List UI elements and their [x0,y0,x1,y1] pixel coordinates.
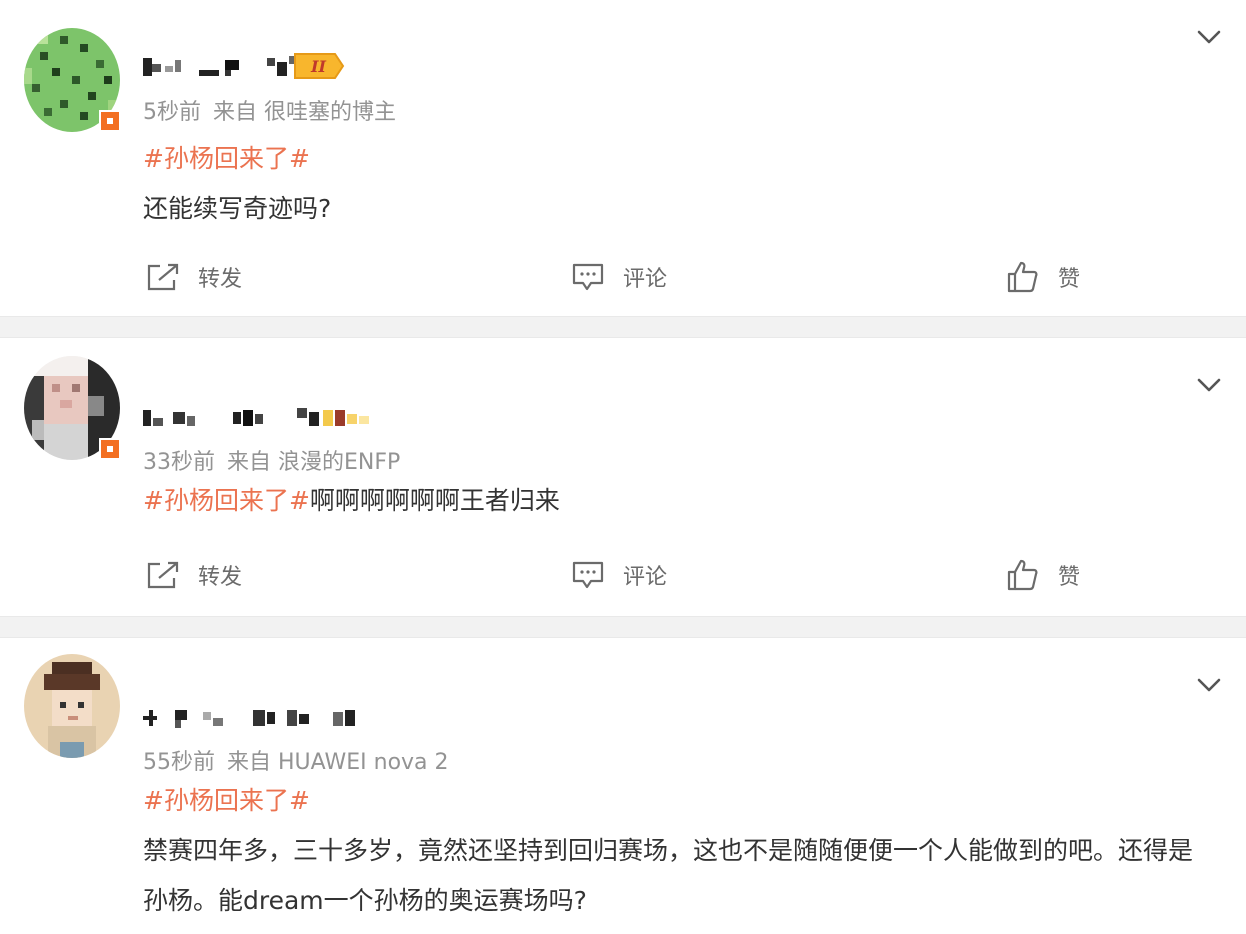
post-body: 还能续写奇迹吗? [143,194,332,223]
topic-link[interactable]: #孙杨回来了# [143,786,310,815]
post-source: 来自 浪漫的ENFP [227,450,401,475]
repost-label: 转发 [198,267,243,292]
comment-icon [572,561,604,589]
feed-divider [0,316,1246,338]
chevron-down-icon[interactable] [1194,22,1224,52]
action-bar: 转发 评论 赞 [0,254,1246,300]
share-icon [147,561,179,589]
chevron-down-icon[interactable] [1194,370,1224,400]
repost-button[interactable]: 转发 [146,254,242,300]
post-body: 禁赛四年多，三十多岁，竟然还坚持到回归赛场，这也不是随随便便一个人能做到的吧。还… [143,836,1194,915]
username-masked[interactable] [143,698,383,734]
comment-label: 评论 [623,565,668,590]
username-masked[interactable]: II [143,48,345,84]
avatar[interactable] [24,356,121,460]
post-content: #孙杨回来了# 还能续写奇迹吗? [143,134,1203,234]
post-card: 55秒前 来自 HUAWEI nova 2 #孙杨回来了# 禁赛四年多，三十多岁，… [0,638,1246,934]
comment-label: 评论 [623,267,668,292]
post-source: 来自 很哇塞的博主 [213,100,396,125]
post-body: 啊啊啊啊啊啊王者归来 [309,486,560,515]
avatar[interactable] [24,654,120,758]
post-card: 33秒前 来自 浪漫的ENFP #孙杨回来了#啊啊啊啊啊啊王者归来 转发 评论 … [0,338,1246,616]
like-label: 赞 [1058,267,1081,292]
thumbs-up-icon [1007,261,1038,293]
post-content: #孙杨回来了#啊啊啊啊啊啊王者归来 [143,476,1203,526]
post-content: #孙杨回来了# 禁赛四年多，三十多岁，竟然还坚持到回归赛场，这也不是随随便便一个… [143,776,1203,926]
weibo-feed: II 5秒前 来自 很哇塞的博主 #孙杨回来了# 还能续写奇迹吗? 转发 评论 … [0,0,1246,934]
share-icon [147,263,179,291]
comment-button[interactable]: 评论 [571,552,667,598]
like-label: 赞 [1058,565,1081,590]
post-meta: 5秒前 来自 很哇塞的博主 [143,94,396,126]
topic-link[interactable]: #孙杨回来了# [143,486,310,515]
comment-icon [572,263,604,291]
vip-badge-icon [99,438,121,460]
comment-button[interactable]: 评论 [571,254,667,300]
vip-badge-icon [99,110,121,132]
action-bar: 转发 评论 赞 [0,552,1246,598]
post-source: 来自 HUAWEI nova 2 [227,750,449,775]
post-time: 33秒前 [143,450,215,475]
post-meta: 55秒前 来自 HUAWEI nova 2 [143,744,449,776]
post-card: II 5秒前 来自 很哇塞的博主 #孙杨回来了# 还能续写奇迹吗? 转发 评论 … [0,0,1246,316]
avatar[interactable] [24,28,121,132]
post-time: 5秒前 [143,100,201,125]
repost-button[interactable]: 转发 [146,552,242,598]
thumbs-up-icon [1007,559,1038,591]
chevron-down-icon[interactable] [1194,670,1224,700]
level-badge-icon: II [294,53,345,79]
svg-text:II: II [310,57,326,76]
like-button[interactable]: 赞 [1006,552,1080,598]
topic-link[interactable]: #孙杨回来了# [143,144,310,173]
post-time: 55秒前 [143,750,215,775]
repost-label: 转发 [198,565,243,590]
like-button[interactable]: 赞 [1006,254,1080,300]
username-masked[interactable] [143,398,383,434]
feed-divider [0,616,1246,638]
post-meta: 33秒前 来自 浪漫的ENFP [143,444,400,476]
